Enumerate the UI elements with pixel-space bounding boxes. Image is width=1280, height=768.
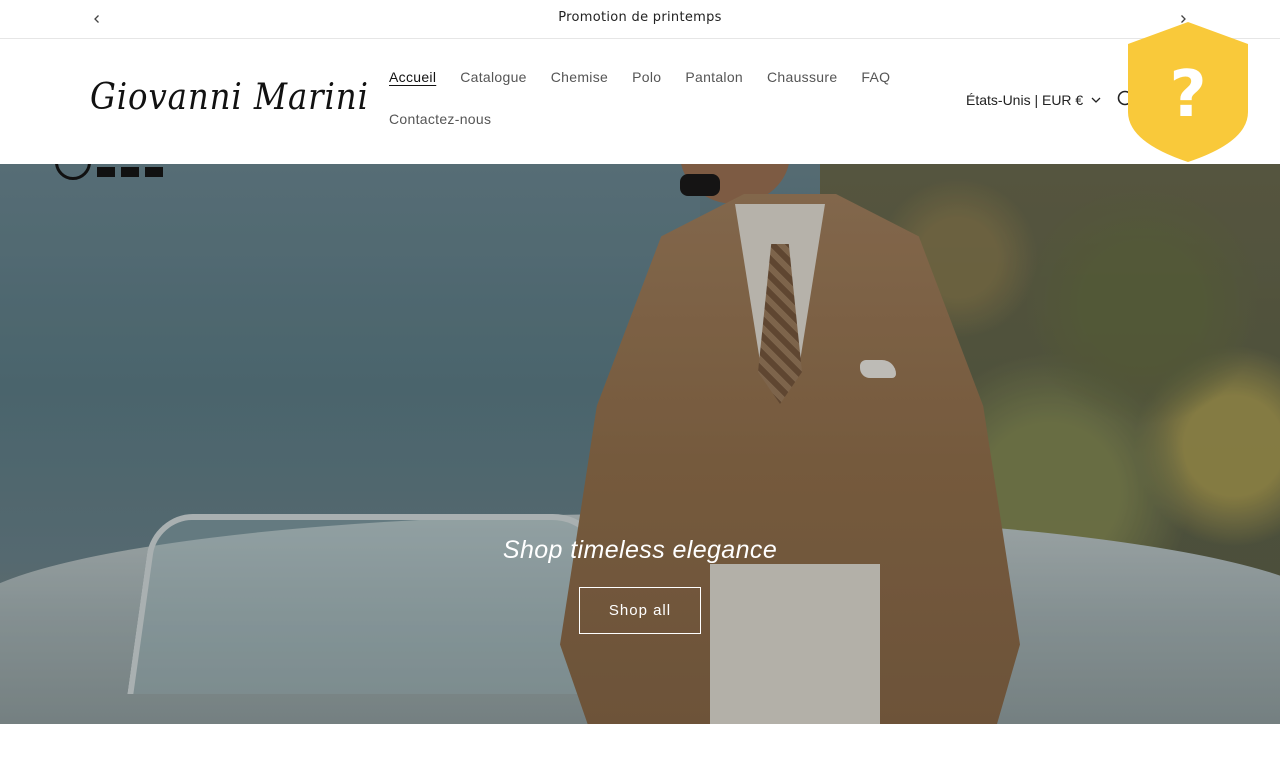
main-navigation: Accueil Catalogue Chemise Polo Pantalon …: [389, 69, 919, 153]
announcement-text: Promotion de printemps: [558, 10, 722, 25]
nav-link-polo[interactable]: Polo: [632, 69, 661, 91]
logo-bar-shape: [145, 167, 163, 177]
nav-link-catalogue[interactable]: Catalogue: [460, 69, 527, 91]
shop-all-button[interactable]: Shop all: [579, 587, 701, 634]
nav-link-faq[interactable]: FAQ: [861, 69, 890, 91]
nav-link-accueil[interactable]: Accueil: [389, 69, 436, 91]
country-currency-selector[interactable]: États-Unis | EUR €: [966, 92, 1101, 108]
logo-circle-icon: [55, 164, 91, 180]
brand-logo[interactable]: Giovanni Marini: [90, 77, 368, 127]
announcement-bar: Promotion de printemps: [0, 0, 1280, 39]
logo-bar-shape: [121, 167, 139, 177]
hero-banner: Shop timeless elegance Shop all: [0, 164, 1280, 724]
site-header: Giovanni Marini Accueil Catalogue Chemis…: [0, 39, 1280, 164]
nav-link-contact[interactable]: Contactez-nous: [389, 111, 491, 133]
hero-overlay: [0, 164, 1280, 724]
nav-link-chemise[interactable]: Chemise: [551, 69, 608, 91]
chevron-down-icon: [1091, 97, 1101, 103]
question-mark-shield-icon: ?: [1128, 22, 1248, 162]
hero-partial-logo: [55, 164, 185, 182]
hero-title: Shop timeless elegance: [502, 536, 778, 564]
trust-badge[interactable]: ?: [1126, 20, 1250, 164]
nav-link-chaussure[interactable]: Chaussure: [767, 69, 837, 91]
locale-label: États-Unis | EUR €: [966, 92, 1084, 108]
logo-bar-shape: [97, 167, 115, 177]
nav-link-pantalon[interactable]: Pantalon: [685, 69, 743, 91]
question-mark-symbol: ?: [1169, 58, 1206, 132]
